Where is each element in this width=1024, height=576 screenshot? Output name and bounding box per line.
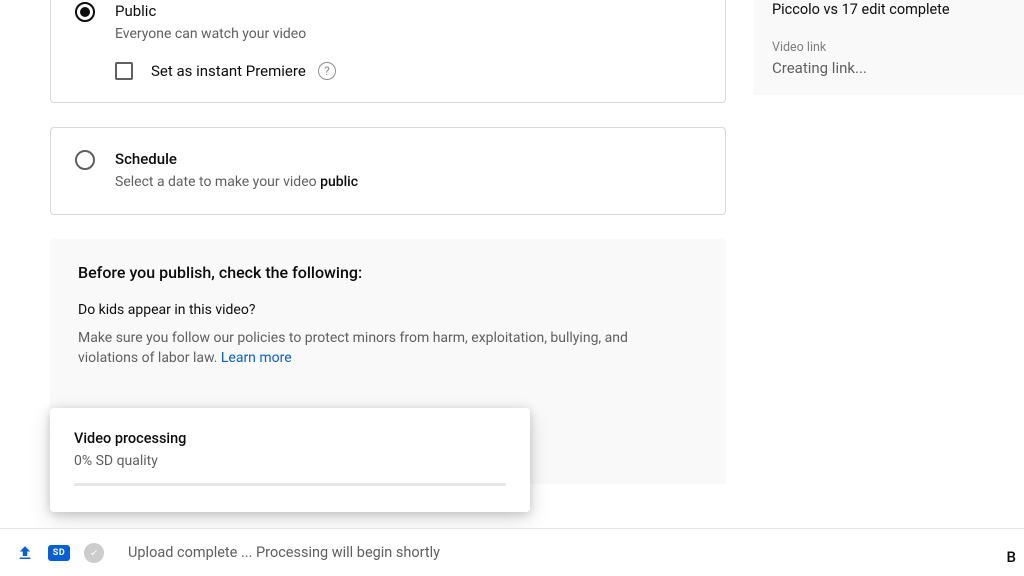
help-icon[interactable]: ? (318, 62, 336, 80)
notice-question: Do kids appear in this video? (78, 302, 698, 318)
radio-dot-icon (80, 7, 90, 17)
public-text: Public Everyone can watch your video (115, 0, 306, 44)
footer-status-text: Upload complete ... Processing will begi… (128, 544, 440, 561)
upload-icon[interactable] (16, 544, 34, 562)
processing-title: Video processing (74, 430, 506, 447)
processing-status: 0% SD quality (74, 453, 506, 469)
side-panel: Piccolo vs 17 edit complete Video link C… (754, 0, 1024, 95)
schedule-subtitle-bold: public (320, 174, 358, 190)
schedule-subtitle-prefix: Select a date to make your video (115, 174, 320, 190)
schedule-text: Schedule Select a date to make your vide… (115, 148, 358, 192)
learn-more-link[interactable]: Learn more (221, 350, 292, 366)
premiere-row: Set as instant Premiere ? (115, 62, 701, 80)
public-title: Public (115, 0, 306, 22)
side-link-label: Video link (772, 40, 1006, 55)
visibility-public-card: Public Everyone can watch your video Set… (50, 0, 726, 103)
processing-progress-bar (74, 483, 506, 486)
notice-body: Make sure you follow our policies to pro… (78, 328, 638, 368)
schedule-title: Schedule (115, 148, 358, 170)
schedule-option-row[interactable]: Schedule Select a date to make your vide… (75, 148, 701, 192)
side-link-status: Creating link... (772, 59, 1006, 77)
footer-right-fragment: B (1007, 548, 1016, 566)
premiere-checkbox[interactable] (115, 62, 133, 80)
processing-tooltip: Video processing 0% SD quality (50, 408, 530, 512)
radio-schedule[interactable] (75, 150, 95, 170)
side-video-title: Piccolo vs 17 edit complete (772, 0, 1006, 20)
sd-badge-icon[interactable]: SD (48, 545, 70, 561)
schedule-subtitle: Select a date to make your video public (115, 172, 358, 192)
radio-public[interactable] (75, 2, 95, 22)
premiere-label: Set as instant Premiere (151, 62, 306, 80)
visibility-schedule-card[interactable]: Schedule Select a date to make your vide… (50, 127, 726, 215)
notice-body-text: Make sure you follow our policies to pro… (78, 330, 628, 366)
public-option-row[interactable]: Public Everyone can watch your video (75, 0, 701, 44)
check-circle-icon[interactable] (84, 543, 104, 563)
footer-bar: SD Upload complete ... Processing will b… (0, 528, 1024, 576)
public-subtitle: Everyone can watch your video (115, 24, 306, 44)
notice-heading: Before you publish, check the following: (78, 263, 698, 282)
sd-badge-text: SD (48, 545, 70, 561)
